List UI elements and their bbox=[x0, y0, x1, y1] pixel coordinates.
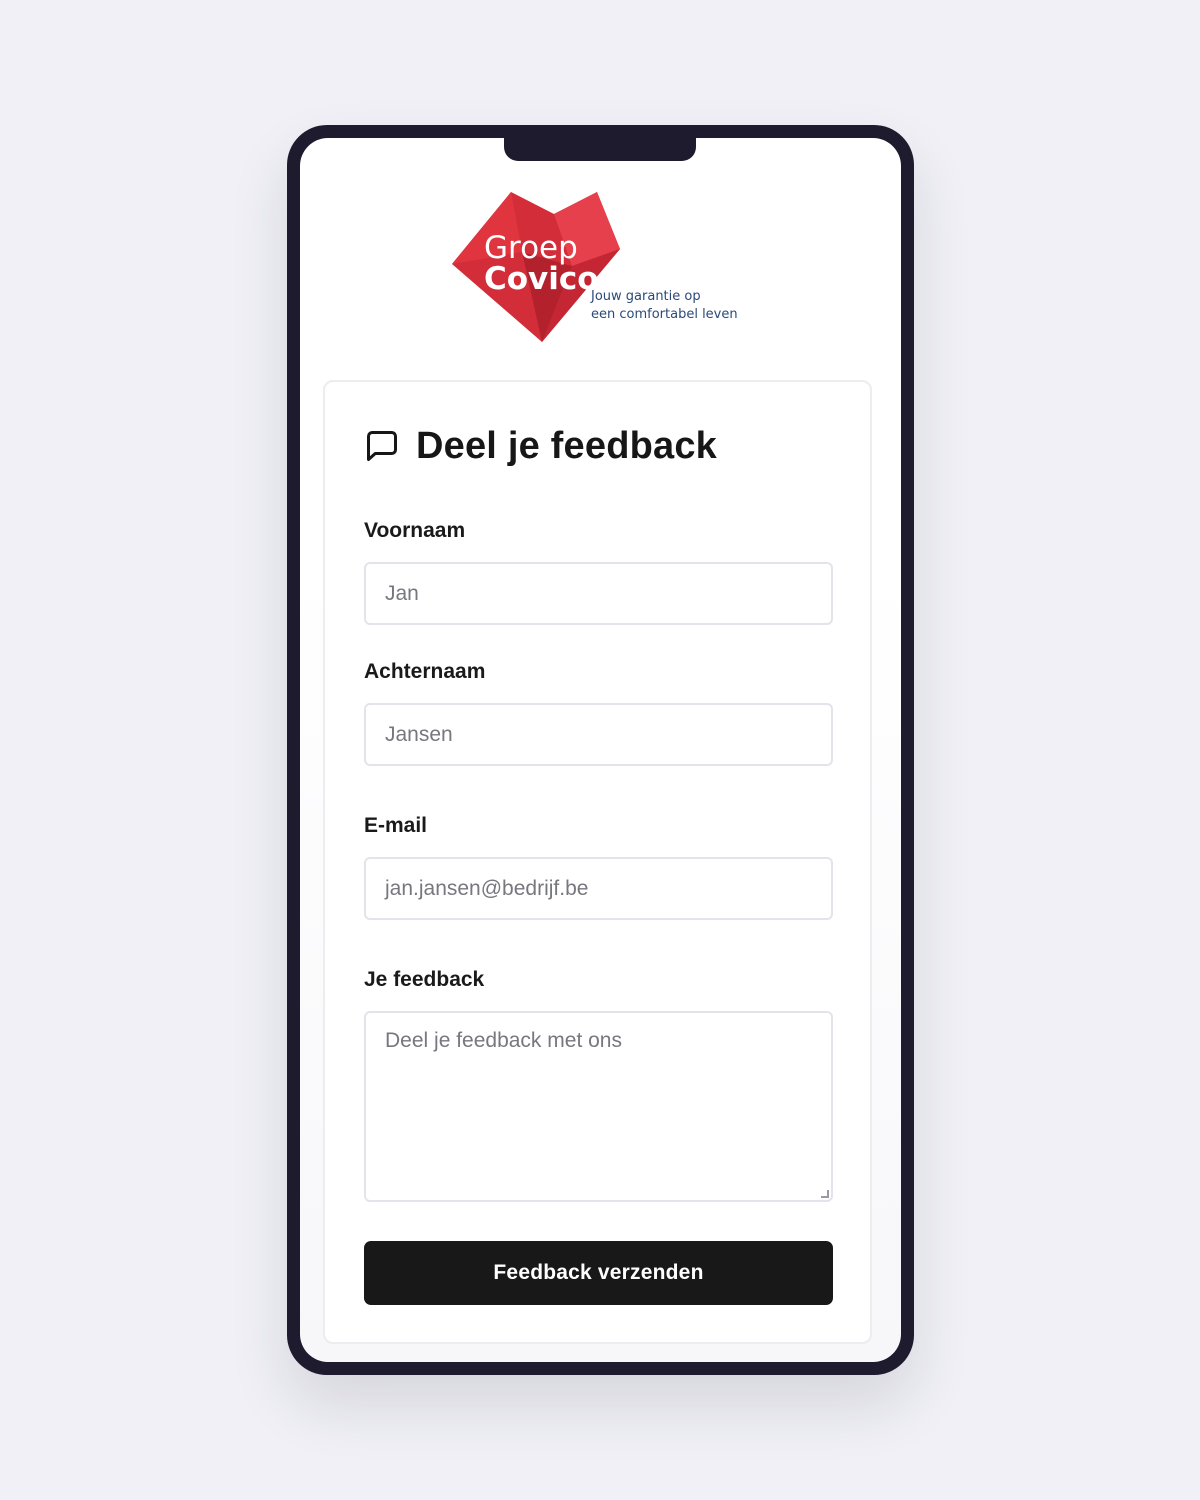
feedback-placeholder: Deel je feedback met ons bbox=[385, 1029, 622, 1052]
first-name-label: Voornaam bbox=[364, 519, 466, 542]
message-square-icon bbox=[364, 428, 400, 464]
first-name-input[interactable]: Jan bbox=[364, 562, 833, 625]
feedback-label: Je feedback bbox=[364, 968, 485, 991]
phone-notch bbox=[504, 138, 696, 161]
email-placeholder: jan.jansen@bedrijf.be bbox=[385, 876, 589, 900]
resize-handle-icon[interactable] bbox=[821, 1190, 829, 1198]
first-name-placeholder: Jan bbox=[385, 581, 419, 605]
last-name-label: Achternaam bbox=[364, 660, 486, 683]
phone-frame: Groep Covico Jouw garantie op een comfor… bbox=[287, 125, 914, 1375]
form-title-row: Deel je feedback bbox=[364, 424, 717, 468]
logo-tagline-line2: een comfortabel leven bbox=[591, 307, 738, 322]
groep-covico-logo: Groep Covico Jouw garantie op een comfor… bbox=[452, 192, 752, 342]
phone-screen: Groep Covico Jouw garantie op een comfor… bbox=[300, 138, 901, 1362]
email-input[interactable]: jan.jansen@bedrijf.be bbox=[364, 857, 833, 920]
logo-line2: Covico bbox=[484, 261, 599, 297]
logo-tagline-line1: Jouw garantie op bbox=[590, 289, 701, 304]
submit-feedback-button[interactable]: Feedback verzenden bbox=[364, 1241, 833, 1305]
last-name-placeholder: Jansen bbox=[385, 722, 453, 746]
last-name-input[interactable]: Jansen bbox=[364, 703, 833, 766]
form-title: Deel je feedback bbox=[416, 424, 718, 467]
email-label: E-mail bbox=[364, 814, 428, 837]
feedback-form-card: Deel je feedback Voornaam Jan Achternaam… bbox=[323, 380, 872, 1344]
feedback-textarea[interactable]: Deel je feedback met ons bbox=[364, 1011, 833, 1202]
